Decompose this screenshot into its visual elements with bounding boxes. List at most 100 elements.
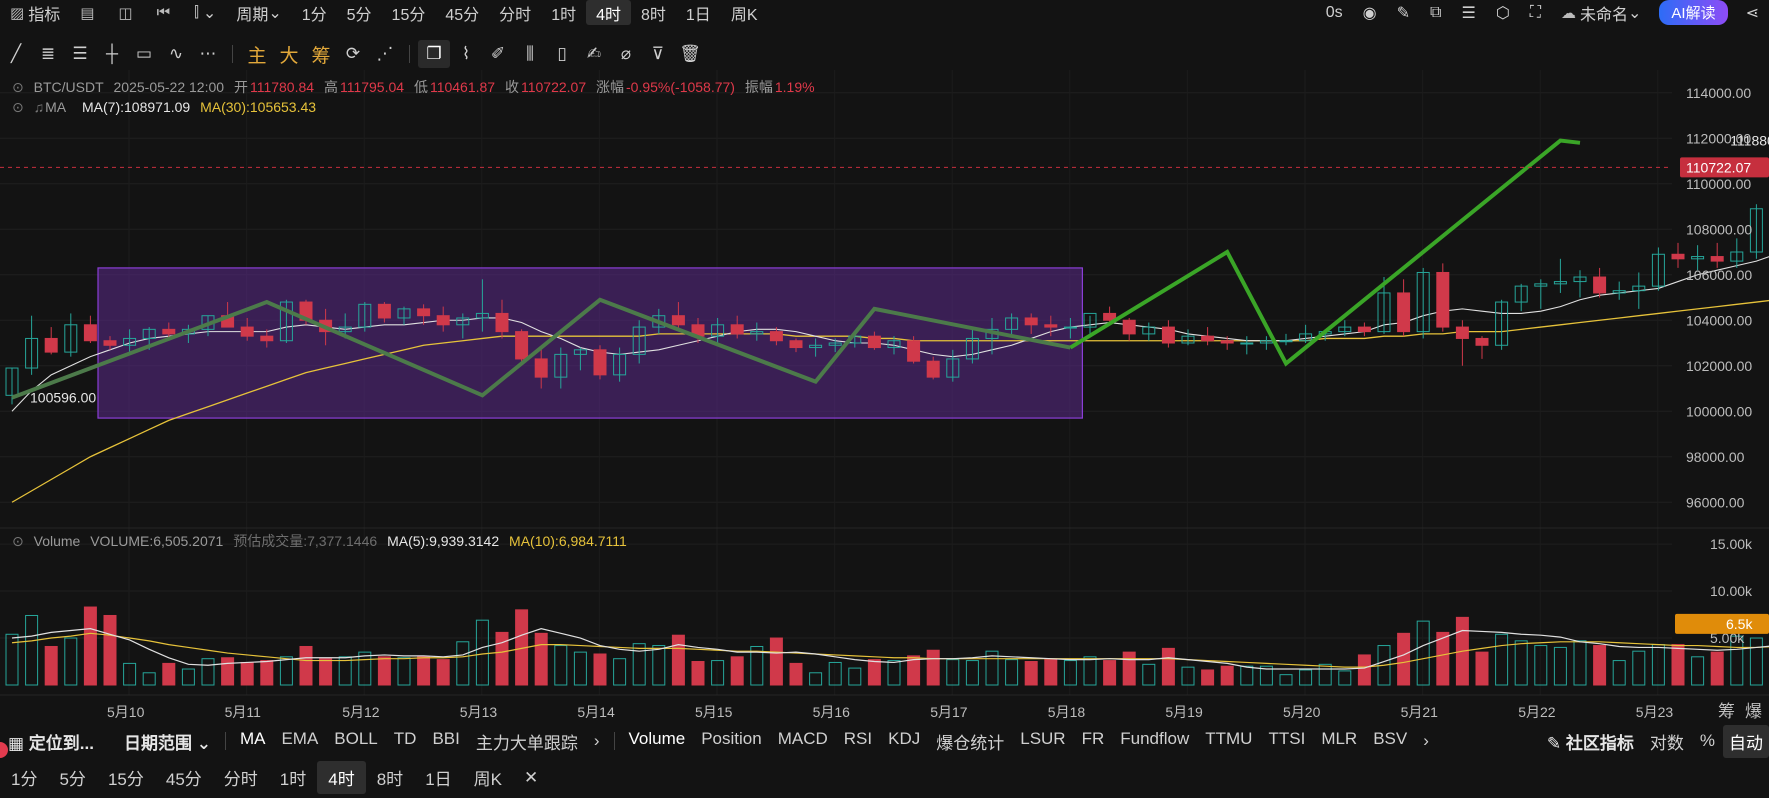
brush-icon[interactable]: ✐ bbox=[482, 40, 514, 68]
timeframe-tab-3[interactable]: 45分 bbox=[435, 0, 489, 25]
community-indicators-button[interactable]: ✎ 社区指标 bbox=[1539, 729, 1642, 754]
collapse-icon[interactable]: ⊙ bbox=[12, 533, 24, 549]
crosshair-line-icon[interactable]: ┼ bbox=[96, 40, 128, 68]
timeframe-tab-2[interactable]: 15分 bbox=[382, 0, 436, 25]
sub-indicator-5[interactable]: 爆仓统计 bbox=[928, 729, 1012, 754]
main-indicator-2[interactable]: BOLL bbox=[326, 729, 385, 754]
main-indicator-1[interactable]: EMA bbox=[273, 729, 326, 754]
main-indicator-0[interactable]: MA bbox=[232, 729, 274, 754]
volume-bar bbox=[926, 649, 940, 686]
replay-button[interactable]: ⏮ bbox=[147, 0, 185, 25]
bell-icon[interactable]: ♫ bbox=[34, 99, 45, 115]
period-dropdown[interactable]: 周期 ⌄ bbox=[226, 0, 291, 25]
sub-indicator-2[interactable]: MACD bbox=[770, 729, 836, 754]
sub-indicator-1[interactable]: Position bbox=[693, 729, 769, 754]
candlestick-icon: ⫿ bbox=[194, 4, 199, 21]
chevron-right-icon[interactable]: › bbox=[586, 731, 608, 751]
new-window-icon[interactable]: ⧉ bbox=[1420, 0, 1451, 25]
layout-button[interactable]: ◫ bbox=[108, 0, 146, 25]
timeframe-tab-5[interactable]: 1时 bbox=[541, 0, 586, 25]
ruler-icon[interactable]: ⌇ bbox=[450, 40, 482, 68]
note-icon[interactable]: ✍ bbox=[578, 40, 610, 68]
fullscreen-icon[interactable]: ⛶ bbox=[1520, 0, 1551, 25]
magnet-icon[interactable]: ⋰ bbox=[369, 40, 401, 68]
sub-indicator-3[interactable]: RSI bbox=[836, 729, 880, 754]
more-icon[interactable]: ⋯ bbox=[192, 40, 224, 68]
line-tool-icon[interactable]: ╱ bbox=[0, 40, 32, 68]
sync-icon[interactable]: ⟳ bbox=[337, 40, 369, 68]
volume-bar bbox=[221, 657, 235, 686]
timeframe-item-7[interactable]: 8时 bbox=[366, 761, 414, 794]
horizontal-lines-icon[interactable]: ☰ bbox=[64, 40, 96, 68]
timeframe-tab-0[interactable]: 1分 bbox=[292, 0, 337, 25]
collapse-icon[interactable]: ⊙ bbox=[12, 79, 24, 95]
timeframe-tab-9[interactable]: 周K bbox=[721, 0, 768, 25]
timeframe-item-1[interactable]: 5分 bbox=[48, 761, 96, 794]
wave-tool-icon[interactable]: ∿ bbox=[160, 40, 192, 68]
log-scale-button[interactable]: 对数 bbox=[1642, 729, 1692, 754]
volume-bar bbox=[534, 632, 548, 686]
sub-indicator-10[interactable]: TTSI bbox=[1260, 729, 1313, 754]
percent-scale-button[interactable]: % bbox=[1692, 731, 1723, 751]
sub-indicator-12[interactable]: BSV bbox=[1365, 729, 1415, 754]
eraser-icon[interactable]: ⌀ bbox=[610, 40, 642, 68]
timeframe-tab-4[interactable]: 分时 bbox=[489, 0, 541, 25]
sub-indicator-7[interactable]: FR bbox=[1074, 729, 1113, 754]
timeframe-item-3[interactable]: 45分 bbox=[155, 761, 213, 794]
timeframe-item-8[interactable]: 1日 bbox=[414, 761, 462, 794]
trash-icon[interactable]: 🗑 bbox=[674, 40, 706, 68]
price-chart[interactable]: 111880.00100596.00114000.00112000.001100… bbox=[0, 70, 1769, 725]
indicators-button[interactable]: ▨ 指标 bbox=[0, 0, 70, 25]
ai-analysis-button[interactable]: AI解读 bbox=[1659, 0, 1728, 25]
main-indicator-4[interactable]: BBI bbox=[424, 729, 467, 754]
bars-icon[interactable]: ⫼ bbox=[514, 40, 546, 68]
timeframe-tab-1[interactable]: 5分 bbox=[337, 0, 382, 25]
chips-button[interactable]: 筹 bbox=[305, 40, 337, 68]
locate-button[interactable]: ▦ 定位到... bbox=[0, 729, 102, 754]
collapse-icon[interactable]: ⊙ bbox=[12, 99, 24, 115]
pencil-icon[interactable]: ✎ bbox=[1387, 0, 1420, 25]
timeframe-item-0[interactable]: 1分 bbox=[0, 761, 48, 794]
layout-name-dropdown[interactable]: ☁ 未命名 ⌄ bbox=[1551, 0, 1651, 25]
big-order-button[interactable]: 大 bbox=[273, 40, 305, 68]
list-icon[interactable]: ☰ bbox=[1451, 0, 1485, 25]
candle-body bbox=[730, 324, 744, 335]
timeframe-tab-6[interactable]: 4时 bbox=[586, 0, 631, 25]
timeframe-item-5[interactable]: 1时 bbox=[269, 761, 317, 794]
auto-scale-button[interactable]: 自动 bbox=[1723, 724, 1769, 758]
sub-indicator-11[interactable]: MLR bbox=[1313, 729, 1365, 754]
chart-type-button[interactable]: ⫿ ⌄ bbox=[184, 0, 226, 25]
candle-body bbox=[377, 303, 391, 319]
chevron-right-icon[interactable]: › bbox=[1415, 731, 1437, 751]
camera-icon[interactable]: ◉ bbox=[1353, 0, 1387, 25]
sub-indicator-0[interactable]: Volume bbox=[621, 729, 694, 754]
main-indicator-3[interactable]: TD bbox=[386, 729, 425, 754]
main-force-button[interactable]: 主 bbox=[241, 40, 273, 68]
timeframe-item-9[interactable]: 周K bbox=[463, 761, 513, 794]
lock-icon[interactable]: ▯ bbox=[546, 40, 578, 68]
rectangle-tool-icon[interactable]: ▭ bbox=[128, 40, 160, 68]
timeframe-item-6[interactable]: 4时 bbox=[317, 761, 366, 794]
share-icon[interactable]: ⋖ bbox=[1736, 0, 1769, 25]
ohlc-legend: ⊙ BTC/USDT 2025-05-22 12:00 开 111780.84 高… bbox=[12, 79, 815, 95]
sub-indicator-9[interactable]: TTMU bbox=[1197, 729, 1260, 754]
parallel-lines-icon[interactable]: ≣ bbox=[32, 40, 64, 68]
x-tick-label: 5月14 bbox=[577, 704, 615, 720]
sub-indicator-4[interactable]: KDJ bbox=[880, 729, 928, 754]
range-box[interactable] bbox=[97, 267, 1084, 419]
sub-indicator-6[interactable]: LSUR bbox=[1012, 729, 1073, 754]
cloud-icon: ☁ bbox=[1560, 4, 1576, 22]
settings-icon[interactable]: ⬡ bbox=[1486, 0, 1520, 25]
timeframe-item-2[interactable]: 15分 bbox=[97, 761, 155, 794]
date-range-dropdown[interactable]: 日期范围 ⌄ bbox=[116, 729, 219, 754]
volume-bar bbox=[495, 631, 509, 686]
sub-indicator-8[interactable]: Fundflow bbox=[1112, 729, 1197, 754]
timeframe-tab-8[interactable]: 1日 bbox=[676, 0, 721, 25]
timeframe-item-4[interactable]: 分时 bbox=[213, 761, 269, 794]
template-button[interactable]: ▤ bbox=[70, 0, 108, 25]
copy-icon[interactable]: ❐ bbox=[418, 40, 450, 68]
main-indicator-5[interactable]: 主力大单跟踪 bbox=[468, 729, 586, 754]
close-icon[interactable]: ✕ bbox=[513, 761, 549, 794]
timeframe-tab-7[interactable]: 8时 bbox=[631, 0, 676, 25]
filter-icon[interactable]: ⊽ bbox=[642, 40, 674, 68]
